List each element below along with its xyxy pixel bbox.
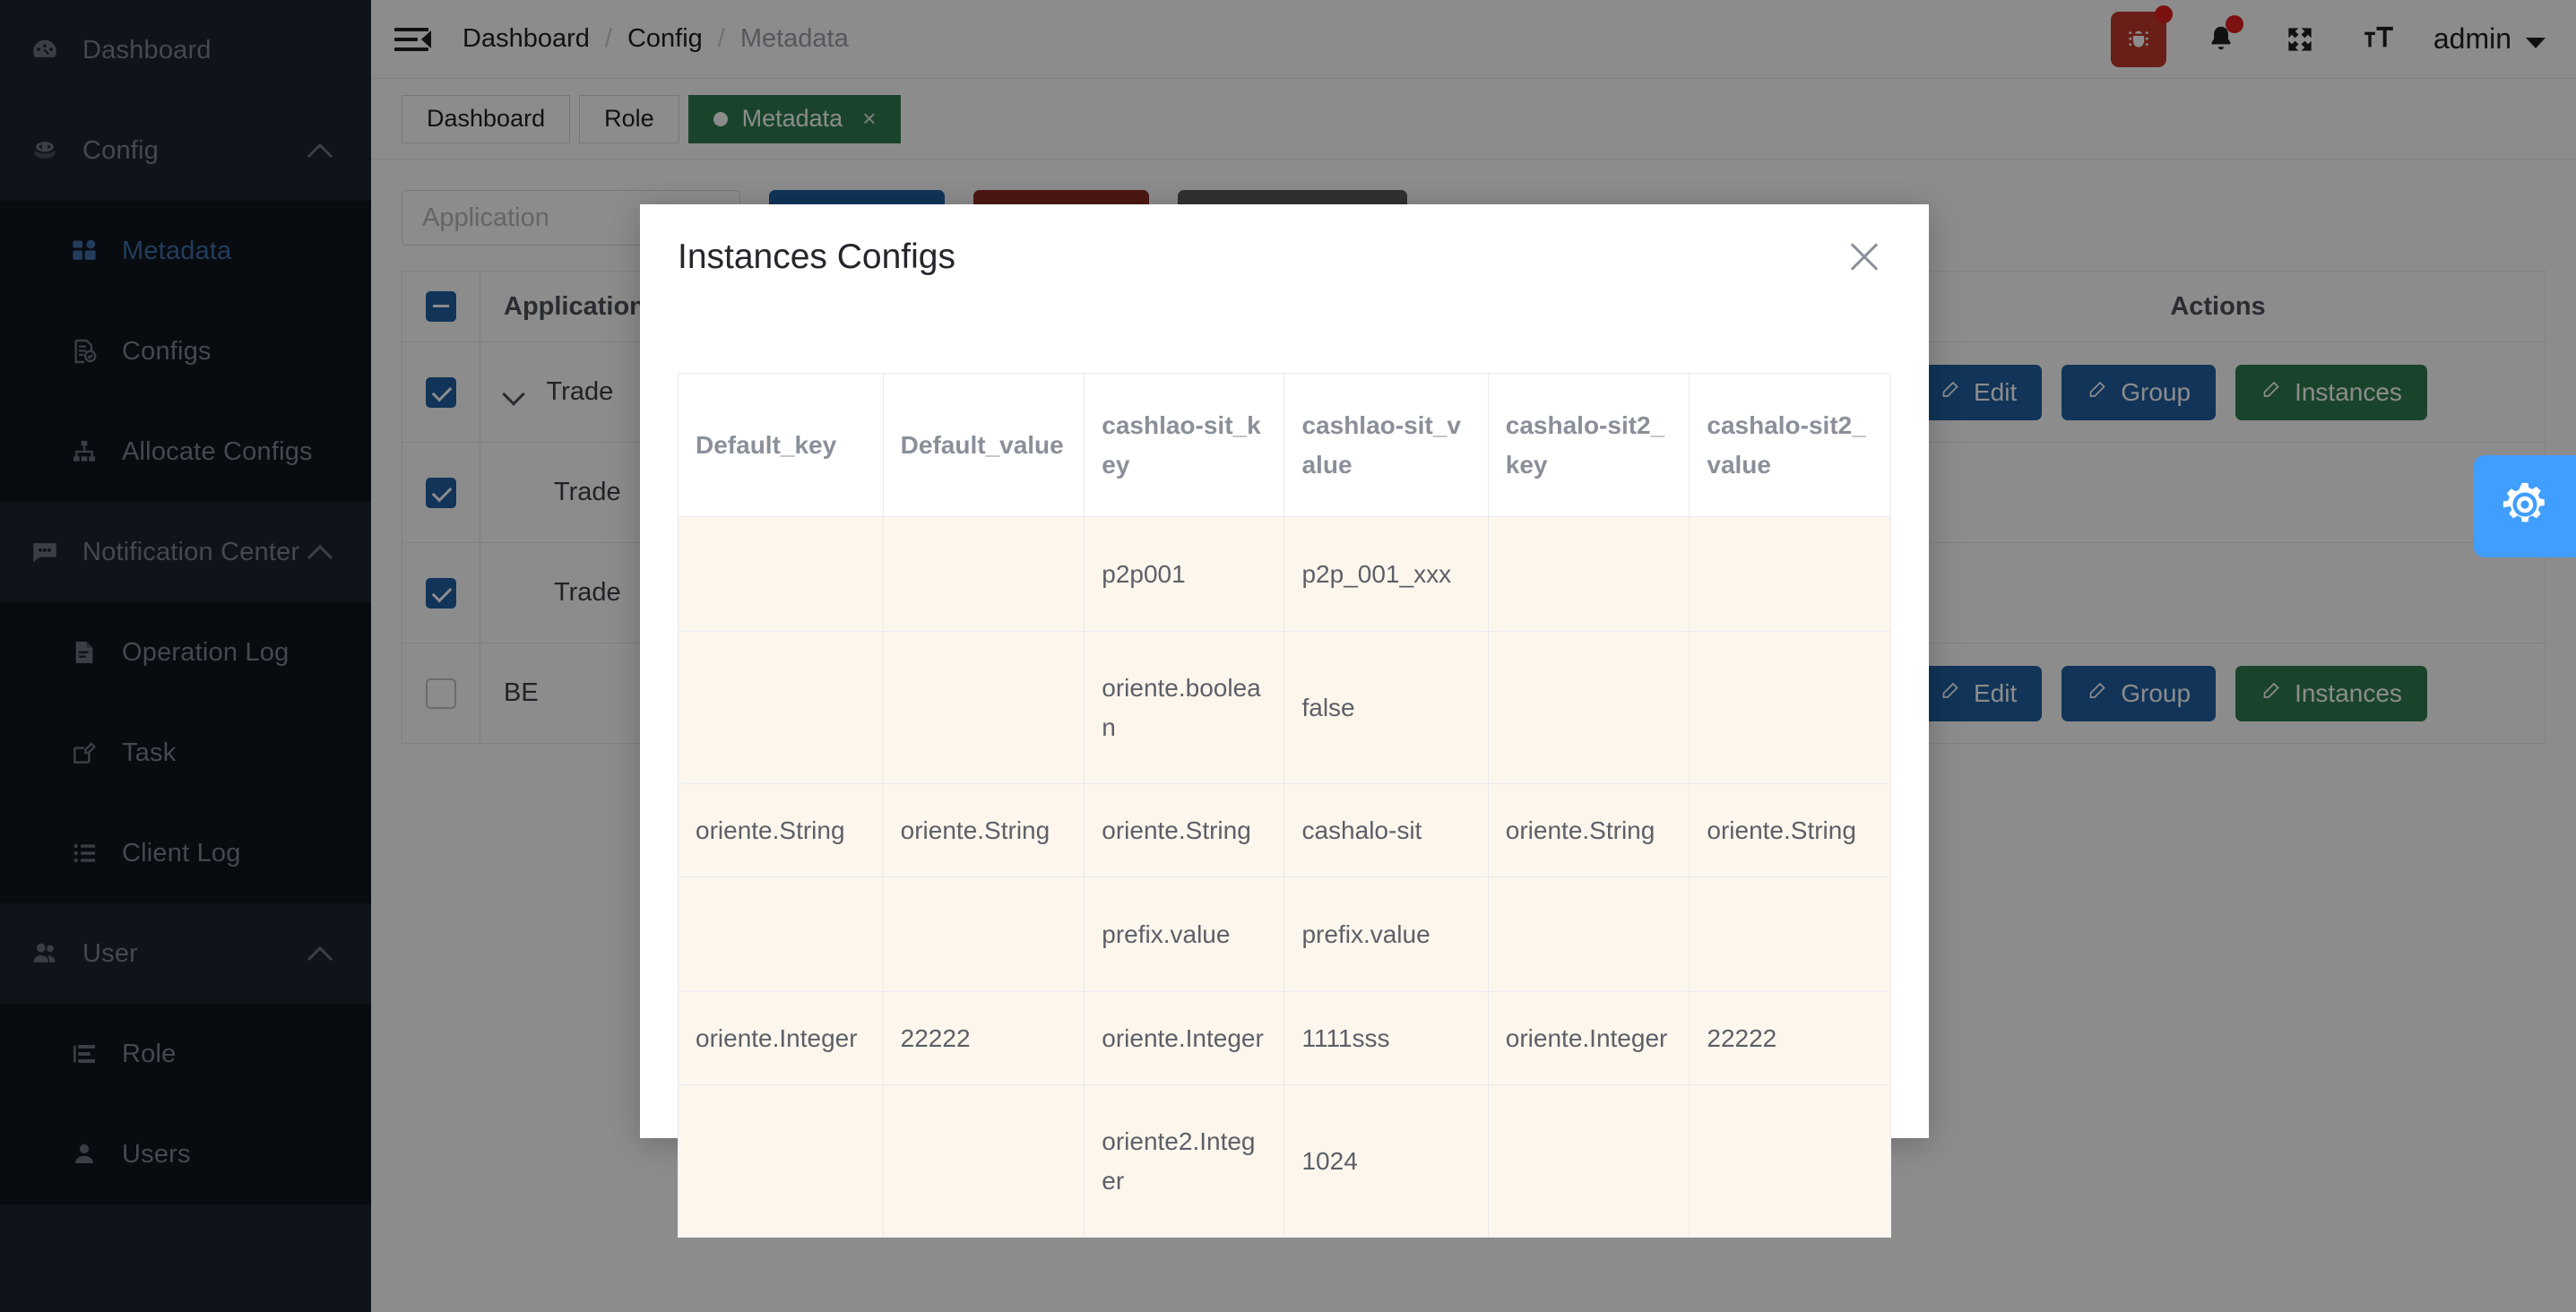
dialog-header: Instances Configs [640, 204, 1929, 310]
cell-default-key [679, 632, 884, 784]
cell-cashlao-sit-key: p2p001 [1085, 517, 1284, 632]
column-cashlao-sit-key: cashlao-sit_key [1085, 374, 1284, 517]
cell-cashalo-sit2-key [1488, 632, 1690, 784]
table-row: oriente.Integer 22222 oriente.Integer 11… [679, 992, 1891, 1085]
cell-default-value [883, 517, 1085, 632]
column-cashalo-sit2-key: cashalo-sit2_key [1488, 374, 1690, 517]
cell-default-key: oriente.Integer [679, 992, 884, 1085]
cell-default-value: oriente.String [883, 784, 1085, 877]
cell-cashlao-sit-value: 1024 [1284, 1085, 1488, 1238]
cell-cashlao-sit-key: prefix.value [1085, 877, 1284, 992]
cell-cashalo-sit2-key [1488, 1085, 1690, 1238]
cell-cashalo-sit2-key [1488, 877, 1690, 992]
table-row: oriente.String oriente.String oriente.St… [679, 784, 1891, 877]
cell-cashlao-sit-key: oriente.boolean [1085, 632, 1284, 784]
column-cashalo-sit2-value: cashalo-sit2_value [1690, 374, 1891, 517]
dialog-title: Instances Configs [678, 237, 955, 277]
column-default-key: Default_key [679, 374, 884, 517]
instances-configs-table: Default_key Default_value cashlao-sit_ke… [678, 373, 1891, 1238]
close-icon[interactable] [1845, 237, 1884, 277]
instances-configs-dialog: Instances Configs Default_key Default_va… [640, 204, 1929, 1138]
table-header-row: Default_key Default_value cashlao-sit_ke… [679, 374, 1891, 517]
cell-cashalo-sit2-value [1690, 1085, 1891, 1238]
cell-cashlao-sit-key: oriente.String [1085, 784, 1284, 877]
cell-default-value [883, 877, 1085, 992]
app-root: Dashboard Config Metadata Configs [0, 0, 2576, 1312]
cell-cashalo-sit2-key: oriente.Integer [1488, 992, 1690, 1085]
cell-default-value [883, 632, 1085, 784]
cell-cashalo-sit2-key: oriente.String [1488, 784, 1690, 877]
cell-default-value: 22222 [883, 992, 1085, 1085]
settings-fab-button[interactable] [2474, 455, 2576, 557]
cell-cashlao-sit-value: 1111sss [1284, 992, 1488, 1085]
cell-cashlao-sit-value: false [1284, 632, 1488, 784]
cell-cashalo-sit2-value [1690, 517, 1891, 632]
cell-cashlao-sit-value: p2p_001_xxx [1284, 517, 1488, 632]
cell-cashlao-sit-value: prefix.value [1284, 877, 1488, 992]
table-row: oriente.boolean false [679, 632, 1891, 784]
cell-default-value [883, 1085, 1085, 1238]
cell-default-key [679, 877, 884, 992]
column-cashlao-sit-value: cashlao-sit_value [1284, 374, 1488, 517]
cell-cashlao-sit-value: cashalo-sit [1284, 784, 1488, 877]
dialog-body: Default_key Default_value cashlao-sit_ke… [640, 310, 1929, 1238]
cell-default-key: oriente.String [679, 784, 884, 877]
cell-cashlao-sit-key: oriente.Integer [1085, 992, 1284, 1085]
cell-default-key [679, 517, 884, 632]
cell-cashalo-sit2-value: 22222 [1690, 992, 1891, 1085]
column-default-value: Default_value [883, 374, 1085, 517]
table-row: prefix.value prefix.value [679, 877, 1891, 992]
gear-icon [2499, 479, 2551, 535]
cell-cashalo-sit2-value [1690, 632, 1891, 784]
table-row: oriente2.Integer 1024 [679, 1085, 1891, 1238]
cell-cashlao-sit-key: oriente2.Integer [1085, 1085, 1284, 1238]
table-row: p2p001 p2p_001_xxx [679, 517, 1891, 632]
cell-cashalo-sit2-key [1488, 517, 1690, 632]
cell-cashalo-sit2-value: oriente.String [1690, 784, 1891, 877]
cell-cashalo-sit2-value [1690, 877, 1891, 992]
cell-default-key [679, 1085, 884, 1238]
